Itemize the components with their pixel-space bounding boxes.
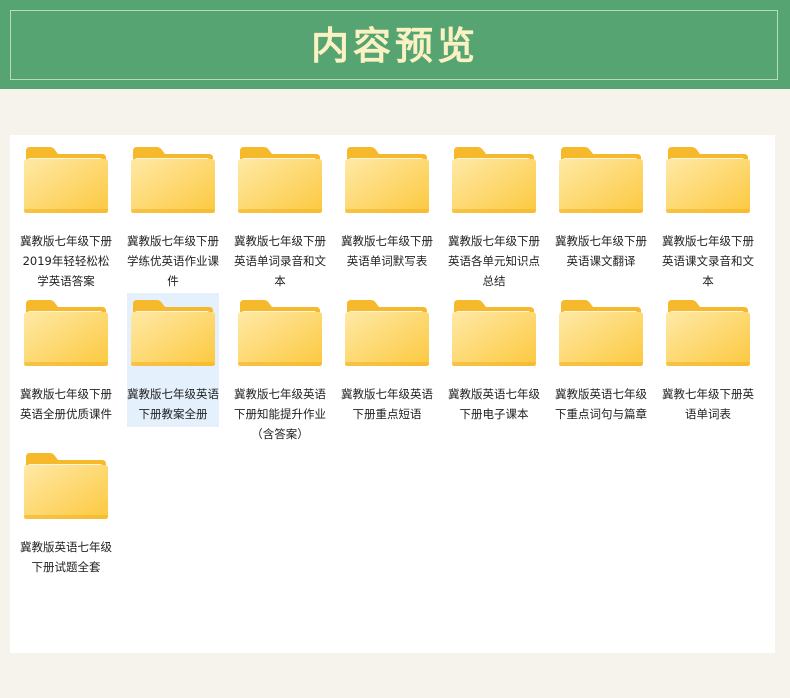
folder-item[interactable]: 冀教版七年级下册英语各单元知识点总结 [448, 140, 540, 288]
folder-item[interactable]: 冀教版七年级下册英语课文翻译 [555, 140, 647, 274]
folder-icon [666, 147, 750, 213]
folder-item[interactable]: 冀教版七年级下册学练优英语作业课件 [127, 140, 219, 288]
folder-label: 冀教版英语七年级下册试题全套 [20, 540, 112, 574]
folder-icon [131, 300, 215, 366]
folder-item[interactable]: 冀教版七年级英语下册教案全册 [127, 293, 219, 427]
folder-label: 冀教版七年级下册2019年轻轻松松学英语答案 [20, 234, 112, 288]
folder-label: 冀教版七年级英语下册重点短语 [341, 387, 433, 421]
folder-label: 冀教版七年级下册英语课文翻译 [555, 234, 647, 268]
folder-item[interactable]: 冀教版七年级英语下册知能提升作业（含答案） [234, 293, 326, 441]
folder-item[interactable]: 冀教七年级下册英语单词表 [662, 293, 754, 427]
folder-item[interactable]: 冀教版英语七年级下重点词句与篇章 [555, 293, 647, 427]
folder-label: 冀教七年级下册英语单词表 [662, 387, 754, 421]
folder-icon [24, 147, 108, 213]
folder-label: 冀教版七年级下册英语单词录音和文本 [234, 234, 326, 288]
folder-icon [238, 300, 322, 366]
header-banner: 内容预览 [0, 0, 790, 89]
header-frame: 内容预览 [10, 10, 778, 80]
folder-item[interactable]: 冀教版七年级英语下册重点短语 [341, 293, 433, 427]
folder-icon [24, 300, 108, 366]
folder-label: 冀教版七年级下册学练优英语作业课件 [127, 234, 219, 288]
folder-item[interactable]: 冀教版七年级下册2019年轻轻松松学英语答案 [20, 140, 112, 288]
folder-item[interactable]: 冀教版七年级下册英语单词默写表 [341, 140, 433, 274]
folder-label: 冀教版英语七年级下重点词句与篇章 [555, 387, 647, 421]
folder-icon [24, 453, 108, 519]
folder-icon [559, 300, 643, 366]
folder-icon [238, 147, 322, 213]
folder-label: 冀教版七年级下册英语单词默写表 [341, 234, 433, 268]
folder-label: 冀教版英语七年级下册电子课本 [448, 387, 540, 421]
folder-icon [666, 300, 750, 366]
folder-icon [559, 147, 643, 213]
folder-icon [452, 147, 536, 213]
folder-icon [452, 300, 536, 366]
folder-item[interactable]: 冀教版英语七年级下册试题全套 [20, 446, 112, 580]
folder-icon [345, 147, 429, 213]
folder-item[interactable]: 冀教版七年级下册英语课文录音和文本 [662, 140, 754, 288]
folder-item[interactable]: 冀教版七年级下册英语单词录音和文本 [234, 140, 326, 288]
folder-grid: 冀教版七年级下册2019年轻轻松松学英语答案 冀教版七年级下册学练优英语作业课件… [10, 135, 775, 653]
folder-item[interactable]: 冀教版七年级下册英语全册优质课件 [20, 293, 112, 427]
folder-icon [131, 147, 215, 213]
folder-label: 冀教版七年级英语下册知能提升作业（含答案） [234, 387, 326, 441]
folder-label: 冀教版七年级下册英语各单元知识点总结 [448, 234, 540, 288]
folder-label: 冀教版七年级下册英语全册优质课件 [20, 387, 112, 421]
folder-label: 冀教版七年级下册英语课文录音和文本 [662, 234, 754, 288]
folder-icon [345, 300, 429, 366]
folder-label: 冀教版七年级英语下册教案全册 [127, 387, 219, 421]
folder-item[interactable]: 冀教版英语七年级下册电子课本 [448, 293, 540, 427]
page-title: 内容预览 [310, 23, 479, 68]
